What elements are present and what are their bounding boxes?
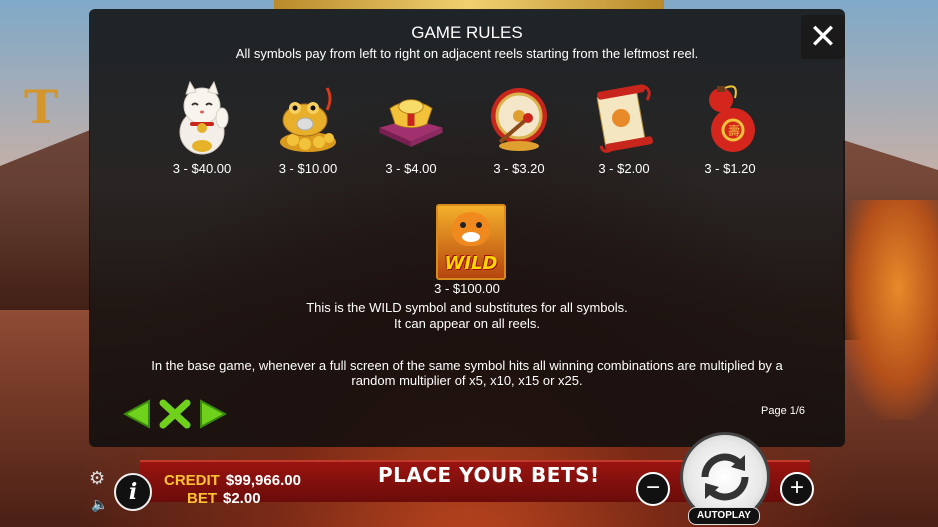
bet-value: $2.00 <box>223 490 261 507</box>
red-gourd-icon: 壽 <box>695 79 765 157</box>
symbol-payout: 3 - $1.20 <box>704 161 756 176</box>
symbol-red-gourd: 壽 3 - $1.20 <box>680 79 780 176</box>
next-page-button[interactable] <box>199 399 229 429</box>
autoplay-button[interactable]: AUTOPLAY <box>688 507 760 525</box>
page-indicator: Page 1/6 <box>761 405 806 417</box>
symbol-golden-toad: 3 - $10.00 <box>258 79 358 176</box>
speaker-icon: 🔈 <box>91 496 109 512</box>
symbol-payout: 3 - $3.20 <box>493 161 545 176</box>
svg-text:壽: 壽 <box>728 123 740 138</box>
status-message: PLACE YOUR BETS! <box>378 463 600 487</box>
rules-title: GAME RULES <box>411 23 523 42</box>
decrease-bet-button[interactable]: − <box>636 472 670 506</box>
wild-symbol: WILD <box>436 204 506 280</box>
drum-icon <box>484 79 554 157</box>
symbol-payout: 3 - $10.00 <box>278 161 338 176</box>
symbol-payout: 3 - $4.00 <box>385 161 437 176</box>
x-icon <box>159 399 191 429</box>
lucky-cat-icon <box>167 79 237 157</box>
golden-toad-icon <box>273 79 343 157</box>
wild-description: This is the WILD symbol and substitutes … <box>89 300 845 332</box>
gold-ingot-icon <box>376 79 446 157</box>
bet-label: BET <box>187 490 217 507</box>
info-button[interactable]: i <box>114 473 152 511</box>
previous-page-button[interactable] <box>122 399 153 429</box>
settings-button[interactable]: ⚙ <box>89 468 105 489</box>
close-rules-x-button[interactable] <box>159 399 191 429</box>
wild-payout: 3 - $100.00 <box>434 281 500 296</box>
symbol-payout: 3 - $40.00 <box>172 161 232 176</box>
symbol-gold-ingot: 3 - $4.00 <box>361 79 461 176</box>
wild-description-line1: This is the WILD symbol and substitutes … <box>306 300 628 315</box>
info-icon: i <box>128 479 138 505</box>
base-game-rule-line2: random multiplier of x5, x10, x15 or x25… <box>351 373 583 388</box>
credit-label: CREDIT <box>164 472 220 489</box>
close-button[interactable]: ✕ <box>801 15 845 59</box>
base-game-rule: In the base game, whenever a full screen… <box>89 358 845 388</box>
close-icon: ✕ <box>808 18 838 56</box>
minus-icon: − <box>645 474 660 501</box>
sound-button[interactable]: 🔈 <box>91 496 108 513</box>
scroll-icon <box>589 79 659 157</box>
tiger-character <box>838 200 938 420</box>
base-game-rule-line1: In the base game, whenever a full screen… <box>151 358 783 373</box>
arrow-right-icon <box>200 399 228 429</box>
symbol-scroll: 3 - $2.00 <box>574 79 674 176</box>
spin-arrows-icon <box>701 453 749 501</box>
tiger-icon <box>452 212 490 246</box>
rules-subtitle: All symbols pay from left to right on ad… <box>235 46 699 61</box>
credit-value: $99,966.00 <box>225 472 301 489</box>
symbol-drum: 3 - $3.20 <box>469 79 569 176</box>
arrow-left-icon <box>122 399 150 429</box>
wild-description-line2: It can appear on all reels. <box>394 316 540 331</box>
credit-display: CREDIT $99,966.00 <box>164 472 301 489</box>
bet-display: BET $2.00 <box>187 490 261 507</box>
wild-label: WILD <box>444 253 498 274</box>
symbol-payout: 3 - $2.00 <box>598 161 650 176</box>
rules-panel: GAME RULES All symbols pay from left to … <box>89 9 845 447</box>
increase-bet-button[interactable]: + <box>780 472 814 506</box>
symbol-lucky-cat: 3 - $40.00 <box>152 79 252 176</box>
gear-icon: ⚙ <box>89 468 106 488</box>
plus-icon: + <box>789 474 804 501</box>
